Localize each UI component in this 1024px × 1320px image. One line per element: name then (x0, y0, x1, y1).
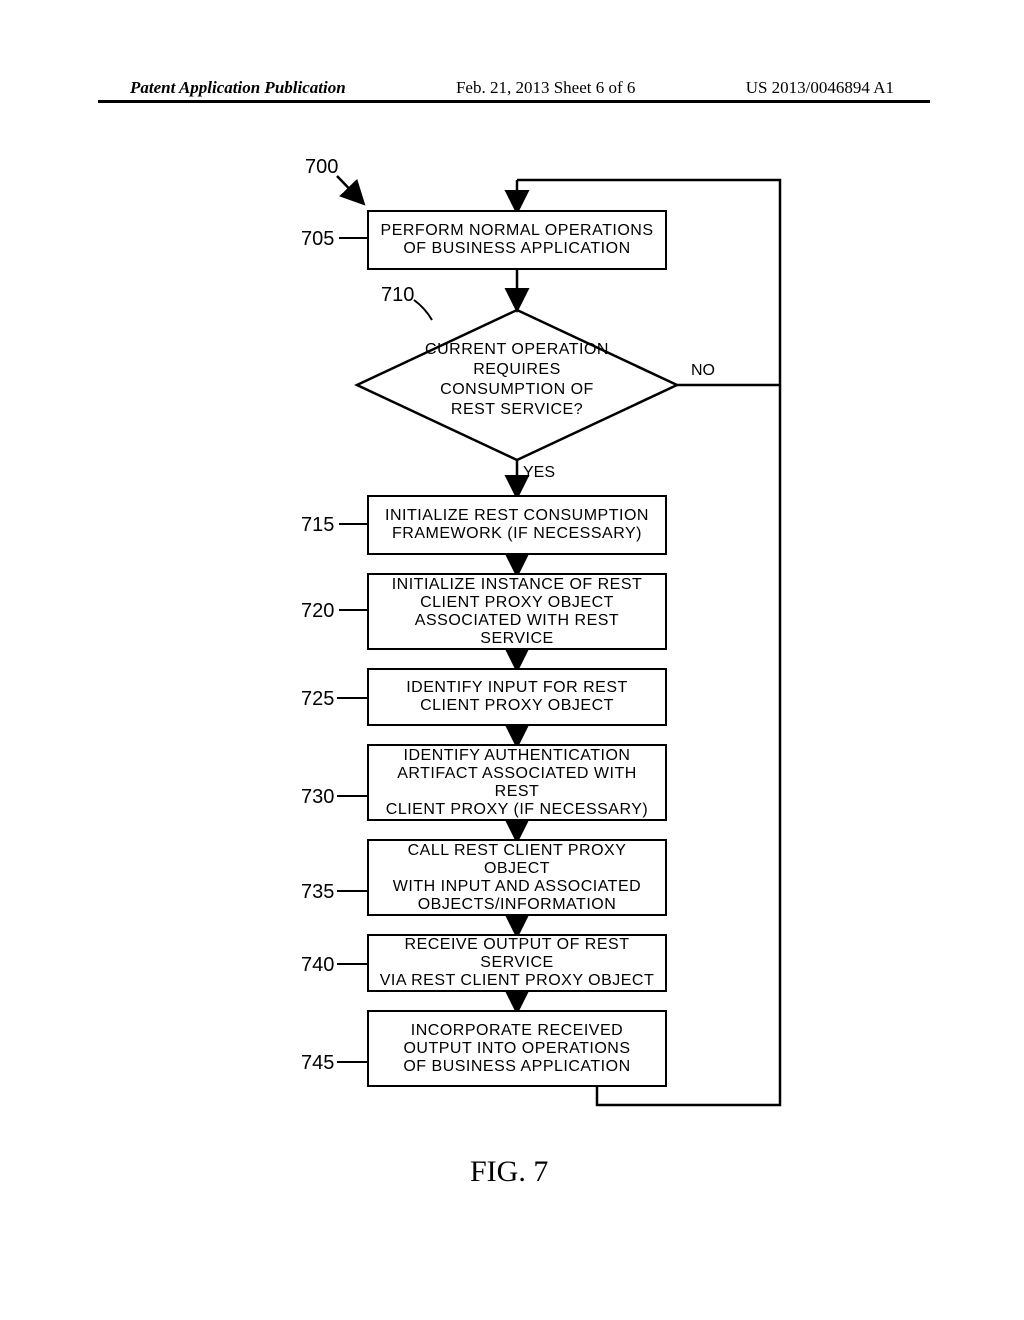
step-735-num: 735 (301, 881, 334, 904)
flow-ref-label: 700 (305, 156, 338, 179)
diagram-canvas: 700 PERFORM NORMAL OPERATIONS OF BUSINES… (0, 150, 1024, 1250)
step-705-num: 705 (301, 228, 334, 251)
step-740-box: RECEIVE OUTPUT OF REST SERVICE VIA REST … (367, 934, 667, 992)
decision-710-text: CURRENT OPERATION REQUIRES CONSUMPTION O… (417, 340, 617, 420)
decision-710-num: 710 (381, 284, 414, 307)
branch-no: NO (691, 362, 715, 380)
step-720-num: 720 (301, 600, 334, 623)
step-715-num: 715 (301, 514, 334, 537)
step-720-box: INITIALIZE INSTANCE OF REST CLIENT PROXY… (367, 573, 667, 650)
step-745-box: INCORPORATE RECEIVED OUTPUT INTO OPERATI… (367, 1010, 667, 1087)
step-745-num: 745 (301, 1052, 334, 1075)
step-735-box: CALL REST CLIENT PROXY OBJECT WITH INPUT… (367, 839, 667, 916)
step-705-box: PERFORM NORMAL OPERATIONS OF BUSINESS AP… (367, 210, 667, 270)
flowchart: 700 PERFORM NORMAL OPERATIONS OF BUSINES… (177, 160, 847, 1160)
header-left: Patent Application Publication (130, 78, 346, 98)
page-header: Patent Application Publication Feb. 21, … (0, 78, 1024, 98)
step-725-box: IDENTIFY INPUT FOR REST CLIENT PROXY OBJ… (367, 668, 667, 726)
figure-label: FIG. 7 (470, 1155, 548, 1189)
header-rule (98, 100, 930, 103)
step-715-box: INITIALIZE REST CONSUMPTION FRAMEWORK (I… (367, 495, 667, 555)
header-mid: Feb. 21, 2013 Sheet 6 of 6 (456, 78, 635, 98)
branch-yes: YES (523, 464, 555, 482)
step-730-box: IDENTIFY AUTHENTICATION ARTIFACT ASSOCIA… (367, 744, 667, 821)
step-740-num: 740 (301, 954, 334, 977)
header-right: US 2013/0046894 A1 (746, 78, 894, 98)
step-725-num: 725 (301, 688, 334, 711)
step-730-num: 730 (301, 786, 334, 809)
